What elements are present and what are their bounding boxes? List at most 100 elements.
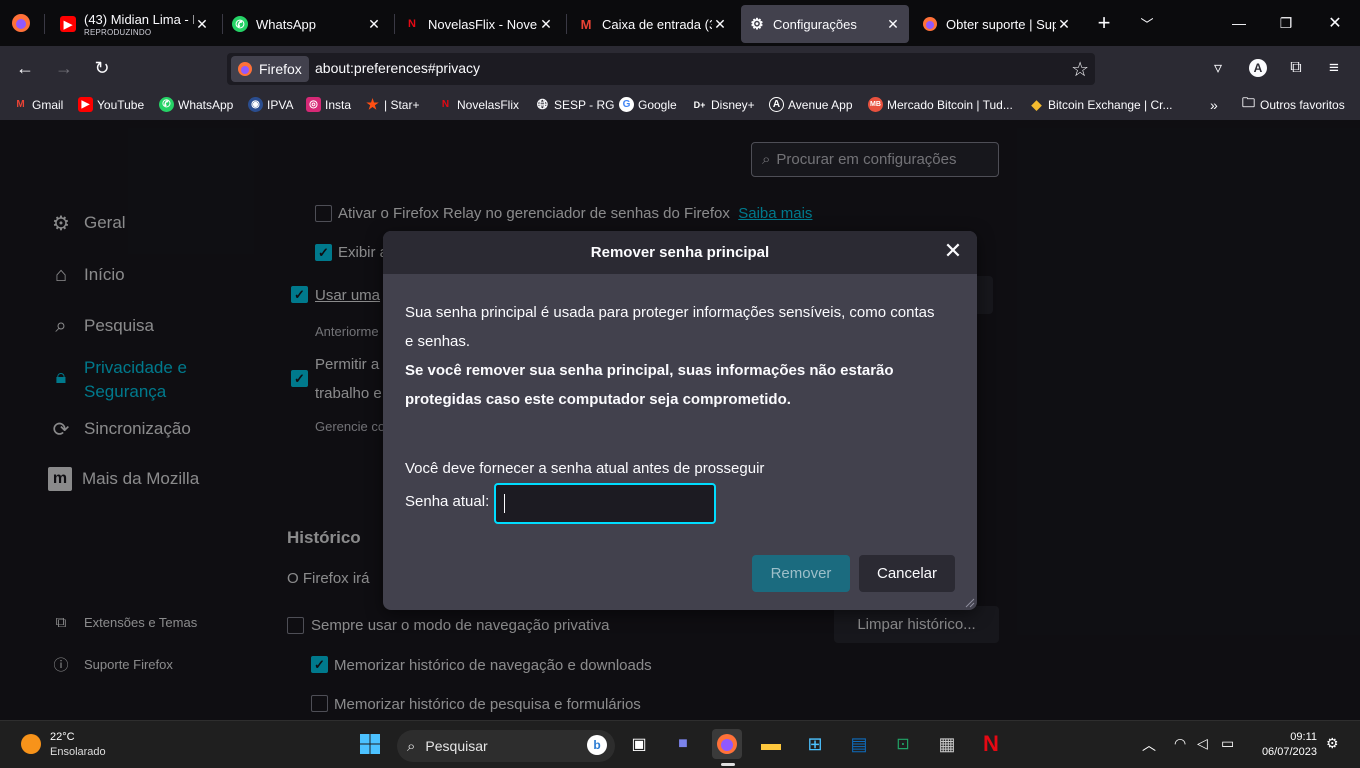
weather-description[interactable]: Ensolarado bbox=[50, 746, 106, 758]
tab-title: NovelasFlix - Novela bbox=[428, 16, 538, 32]
globe-icon: 🌐︎ bbox=[536, 96, 549, 112]
close-tab-icon[interactable]: ✕ bbox=[885, 16, 901, 33]
close-tab-icon[interactable]: ✕ bbox=[712, 16, 728, 33]
back-icon[interactable]: ← bbox=[11, 54, 39, 82]
whatsapp-icon: ✆ bbox=[159, 97, 174, 112]
gmail-icon: M bbox=[580, 16, 592, 32]
gear-icon: ⚙ bbox=[750, 16, 764, 33]
whatsapp-icon: ✆ bbox=[232, 16, 248, 32]
bookmark-insta[interactable]: ◎ Insta bbox=[306, 97, 351, 112]
pocket-icon[interactable]: ▿ bbox=[1204, 54, 1232, 82]
disney-icon: D+ bbox=[693, 99, 706, 110]
bookmark-binance[interactable]: ◆ Bitcoin Exchange | Cr... bbox=[1029, 97, 1173, 112]
taskbar: 22°C Ensolarado ⌕ Pesquisar b ▣ ■ ▬ ⊞ ▤ … bbox=[0, 720, 1360, 768]
url-bar[interactable]: Firefox about:preferences#privacy ☆ bbox=[227, 53, 1095, 85]
volume-icon[interactable]: ◁ bbox=[1197, 735, 1208, 752]
outlook-icon[interactable]: ▤ bbox=[844, 729, 874, 759]
current-password-input[interactable] bbox=[494, 483, 716, 524]
firefox-taskbar-icon[interactable] bbox=[712, 729, 742, 759]
chevron-up-icon[interactable]: ︿ bbox=[1142, 735, 1156, 755]
menu-icon[interactable]: ≡ bbox=[1320, 54, 1348, 82]
tab-novelasflix[interactable]: N NovelasFlix - Novela ✕ bbox=[396, 5, 562, 43]
identity-box[interactable]: Firefox bbox=[231, 56, 309, 82]
bookmarks-toolbar: M Gmail ▶ YouTube ✆ WhatsApp ◉ IPVA ◎ Insta ★… bbox=[0, 90, 1360, 120]
bookmark-disney[interactable]: D+ Disney+ bbox=[692, 97, 755, 112]
preferences-page: ⌕ Procurar em configurações ⚙ Geral ⌂ Iníc… bbox=[0, 120, 1360, 720]
battery-icon[interactable]: ▭ bbox=[1221, 735, 1234, 752]
remove-master-password-dialog: Remover senha principal ✕ Sua senha prin… bbox=[383, 231, 977, 610]
star-plus-icon: ★ bbox=[366, 96, 379, 112]
resize-grip-icon[interactable] bbox=[963, 596, 975, 608]
account-icon[interactable]: A bbox=[1244, 54, 1272, 82]
cancel-button[interactable]: Cancelar bbox=[859, 555, 955, 592]
dialog-title: Remover senha principal bbox=[590, 244, 770, 261]
gmail-icon: M bbox=[16, 99, 25, 110]
file-explorer-icon[interactable]: ▬ bbox=[756, 729, 786, 759]
netflix-icon[interactable]: N bbox=[976, 729, 1006, 759]
taskbar-search[interactable]: ⌕ Pesquisar b bbox=[397, 730, 615, 762]
extensions-icon[interactable]: ⧉ bbox=[1282, 54, 1310, 82]
close-icon[interactable]: ✕ bbox=[941, 240, 965, 264]
maximize-icon[interactable]: ❐ bbox=[1271, 10, 1301, 36]
windows-start-icon[interactable] bbox=[355, 729, 385, 759]
bookmark-whatsapp[interactable]: ✆ WhatsApp bbox=[159, 97, 233, 112]
close-tab-icon[interactable]: ✕ bbox=[366, 16, 382, 33]
avenue-icon: A bbox=[769, 97, 784, 112]
wifi-icon[interactable]: ◠ bbox=[1174, 735, 1186, 752]
remove-button[interactable]: Remover bbox=[752, 555, 850, 592]
list-all-tabs-icon[interactable]: ﹀ bbox=[1132, 10, 1162, 36]
url-text[interactable]: about:preferences#privacy bbox=[315, 60, 480, 76]
tab-gmail[interactable]: M Caixa de entrada (31) ✕ bbox=[570, 5, 736, 43]
firefox-icon bbox=[238, 62, 252, 76]
tab-subtitle: REPRODUZINDO bbox=[84, 27, 152, 37]
close-tab-icon[interactable]: ✕ bbox=[1056, 16, 1072, 33]
youtube-icon: ▶ bbox=[78, 97, 93, 112]
forward-icon[interactable]: → bbox=[50, 54, 78, 82]
bookmark-novelasflix[interactable]: N NovelasFlix bbox=[438, 97, 519, 112]
minimize-icon[interactable]: — bbox=[1224, 10, 1254, 36]
bookmark-starplus[interactable]: ★ | Star+ bbox=[365, 96, 419, 112]
dialog-header: Remover senha principal ✕ bbox=[383, 231, 977, 274]
bookmark-sesp[interactable]: 🌐︎ SESP - RG bbox=[535, 96, 615, 112]
task-view-icon[interactable]: ▣ bbox=[624, 729, 654, 759]
clock[interactable]: 09:11 06/07/2023 bbox=[1255, 730, 1317, 760]
new-tab-icon[interactable]: + bbox=[1089, 10, 1119, 36]
bookmark-mercado-bitcoin[interactable]: MB Mercado Bitcoin | Tud... bbox=[868, 97, 1013, 112]
password-label: Senha atual: bbox=[405, 493, 490, 510]
sun-icon[interactable] bbox=[21, 734, 41, 754]
tab-suporte[interactable]: Obter suporte | Supo ✕ bbox=[914, 5, 1080, 43]
dialog-instruction: Você deve fornecer a senha atual antes d… bbox=[405, 460, 765, 477]
bookmark-star-icon[interactable]: ☆ bbox=[1071, 57, 1089, 82]
text-caret bbox=[504, 494, 505, 513]
tab-youtube[interactable]: ▶ (43) Midian Lima - N REPRODUZINDO ✕ bbox=[52, 5, 218, 43]
close-window-icon[interactable]: ✕ bbox=[1320, 10, 1350, 36]
tab-title: Configurações bbox=[773, 16, 857, 32]
bookmark-ipva[interactable]: ◉ IPVA bbox=[248, 97, 293, 112]
bookmark-gmail[interactable]: M Gmail bbox=[13, 97, 63, 112]
temperature[interactable]: 22°C bbox=[50, 731, 75, 743]
firefox-icon bbox=[922, 16, 938, 32]
translator-icon[interactable]: ⊡ bbox=[888, 729, 918, 759]
tab-configuracoes[interactable]: ⚙ Configurações ✕ bbox=[741, 5, 909, 43]
time: 09:11 bbox=[1290, 731, 1317, 743]
tab-bar: ▶ (43) Midian Lima - N REPRODUZINDO ✕ ✆ W… bbox=[0, 0, 1360, 46]
youtube-icon: ▶ bbox=[60, 16, 76, 32]
teams-chat-icon[interactable]: ■ bbox=[668, 729, 698, 759]
mercado-bitcoin-icon: MB bbox=[868, 97, 883, 112]
bookmark-avenue[interactable]: A Avenue App bbox=[769, 97, 853, 112]
bookmark-youtube[interactable]: ▶ YouTube bbox=[78, 97, 144, 112]
chevron-more-icon[interactable]: » bbox=[1210, 97, 1218, 113]
reload-icon[interactable]: ↻ bbox=[88, 54, 116, 82]
notification-icon[interactable]: ⚙ bbox=[1326, 735, 1339, 752]
folder-icon: 🗀︎ bbox=[1241, 94, 1255, 110]
bookmark-google[interactable]: G Google bbox=[619, 97, 677, 112]
close-tab-icon[interactable]: ✕ bbox=[538, 16, 554, 33]
tab-whatsapp[interactable]: ✆ WhatsApp ✕ bbox=[224, 5, 390, 43]
firefox-view-icon[interactable] bbox=[6, 10, 36, 36]
microsoft-store-icon[interactable]: ⊞ bbox=[800, 729, 830, 759]
other-bookmarks[interactable]: 🗀︎ Outros favoritos bbox=[1241, 94, 1345, 112]
novelasflix-icon: N bbox=[408, 18, 416, 30]
calculator-icon[interactable]: ▦ bbox=[932, 729, 962, 759]
dialog-warning: Se você remover sua senha principal, sua… bbox=[405, 362, 894, 408]
close-tab-icon[interactable]: ✕ bbox=[194, 16, 210, 33]
